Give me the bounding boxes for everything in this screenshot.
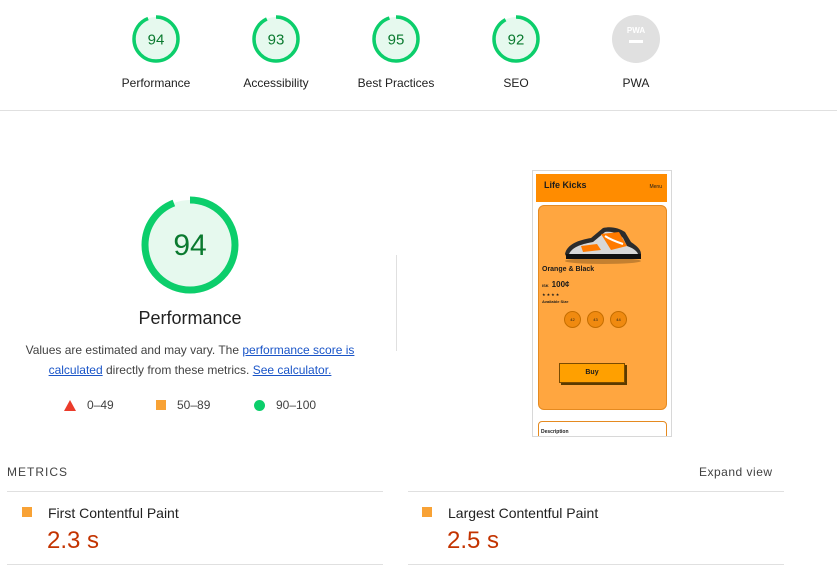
legend-pass-label: 90–100 [276,398,317,412]
performance-title: Performance [138,308,242,328]
gauge-accessibility-score: 93 [268,32,285,49]
screenshot-description-label: Description [541,429,569,435]
screenshot-description-card: Description [538,421,667,436]
gauge-performance[interactable]: 94 Performance [96,14,216,90]
gauge-seo[interactable]: 92 SEO [456,14,576,90]
gauge-pwa[interactable]: PWA PWA [576,14,696,90]
screenshot-buy-button: Buy [559,363,625,383]
average-square-icon [156,400,166,410]
metrics-divider-right [408,491,784,492]
see-calculator-link[interactable]: See calculator. [253,363,332,377]
legend-average-label: 50–89 [177,398,211,412]
note-prefix: Values are estimated and may vary. The [25,343,243,357]
screenshot-header: Life Kicks Menu [536,174,667,202]
metric-name: First Contentful Paint [48,505,179,521]
pwa-badge-icon: PWA [612,15,660,63]
screenshot-price: ISK 100¢ [542,280,569,289]
metric-value: 2.3 s [47,527,100,554]
gauge-accessibility-ring: 93 [252,15,300,63]
gauge-performance-label: Performance [121,76,191,90]
fail-triangle-icon [64,399,76,411]
pwa-badge-text: PWA [627,26,645,35]
section-divider [396,255,397,351]
gauge-seo-ring: 92 [492,15,540,63]
gauge-best-practices-score: 95 [388,32,405,49]
gauge-performance-score: 94 [148,32,165,49]
size-chip: 44 [610,311,627,328]
screenshot-stars: ★★★★ [542,292,561,297]
screenshot-sizes: 42 43 44 [564,311,633,328]
legend-fail-label: 0–49 [87,398,114,412]
size-chip: 43 [587,311,604,328]
metric-value: 2.5 s [447,527,500,554]
screenshot-product-card: Orange & Black ISK 100¢ ★★★★ Available Si… [538,205,667,410]
metrics-divider-bottom-right [408,564,784,565]
average-square-icon [22,507,32,517]
gauge-accessibility[interactable]: 93 Accessibility [216,14,336,90]
gauge-seo-label: SEO [503,76,529,90]
pass-circle-icon [254,399,265,411]
metrics-divider-left [7,491,383,492]
legend-pass: 90–100 [254,398,316,412]
screenshot-brand: Life Kicks [544,180,587,190]
legend-fail: 0–49 [64,398,114,412]
gauge-best-practices-ring: 95 [372,15,420,63]
size-chip: 42 [564,311,581,328]
sneaker-image-icon [565,227,641,264]
gauge-accessibility-label: Accessibility [243,76,309,90]
category-gauges: 94 Performance 93 Accessibility 95 Best … [0,0,837,111]
metric-name: Largest Contentful Paint [448,505,599,521]
final-screenshot[interactable]: Life Kicks Menu Orange & Black ISK 100¢ ★… [532,170,672,437]
screenshot-price-value: 100¢ [551,280,570,289]
legend-average: 50–89 [156,398,210,412]
metrics-heading: METRICS [7,465,68,479]
expand-view-toggle[interactable]: Expand view [699,465,773,479]
performance-gauge: 94 [141,196,239,294]
screenshot-size-label: Available Size [542,299,569,304]
average-square-icon [422,507,432,517]
gauge-pwa-label: PWA [622,76,650,90]
screenshot-menu: Menu [649,184,662,190]
screenshot-product-name: Orange & Black [542,266,595,273]
gauge-best-practices[interactable]: 95 Best Practices [336,14,456,90]
score-note: Values are estimated and may vary. The p… [15,340,365,380]
gauge-best-practices-label: Best Practices [357,76,435,90]
note-middle: directly from these metrics. [102,363,253,377]
gauge-seo-score: 92 [508,32,525,49]
metrics-divider-bottom-left [7,564,383,565]
gauge-performance-ring: 94 [132,15,180,63]
performance-score: 94 [173,229,206,262]
screenshot-currency: ISK [542,283,549,288]
